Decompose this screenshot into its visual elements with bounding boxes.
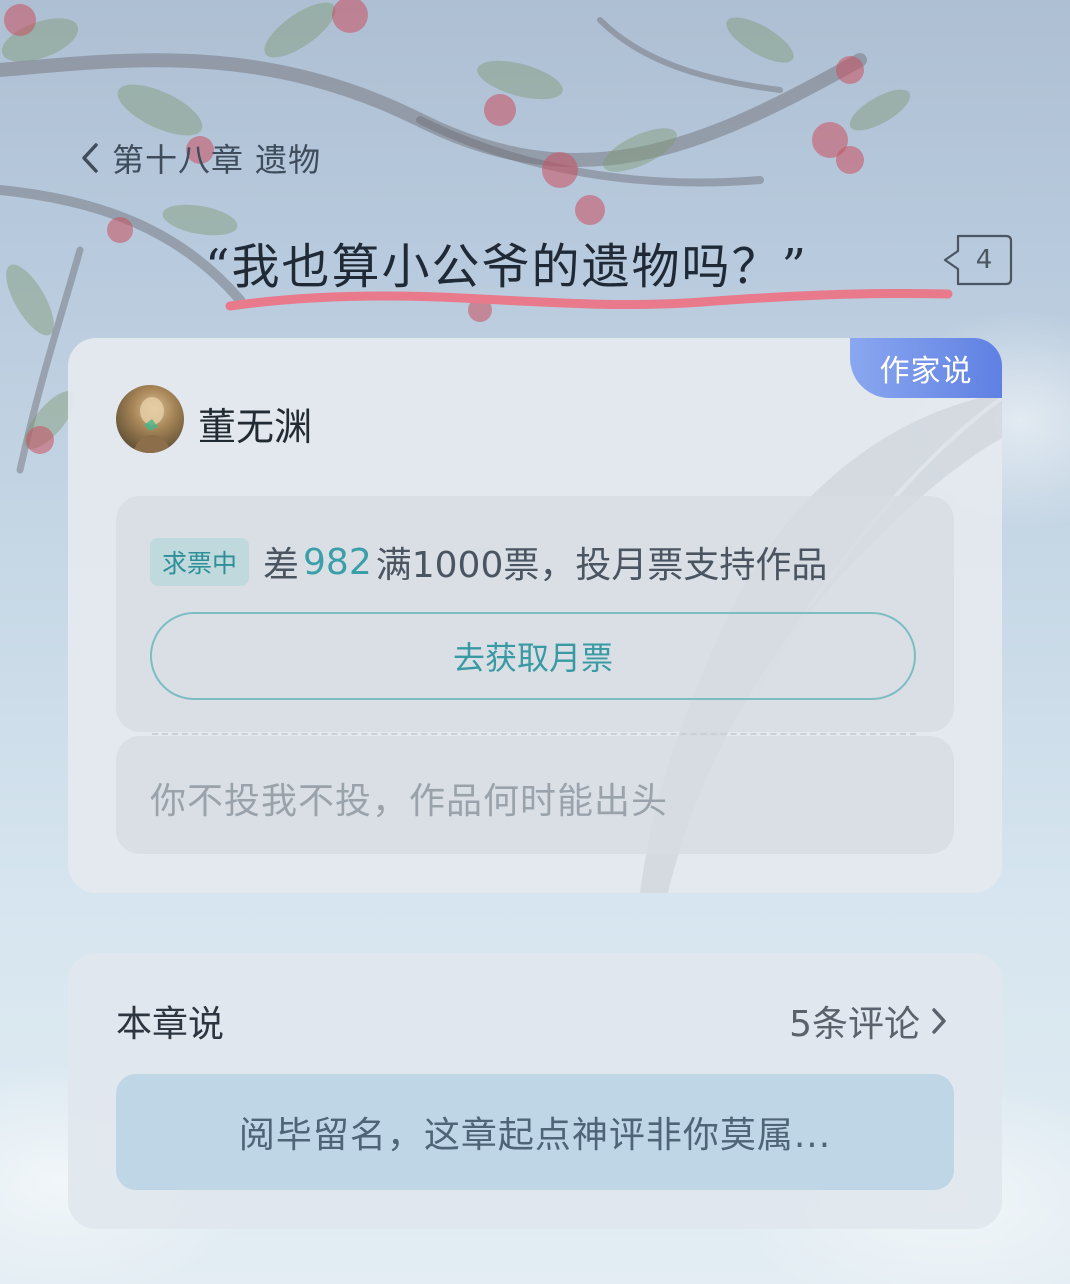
comment-count-label: 5条评论 xyxy=(789,1004,920,1045)
view-comments-link[interactable]: 5条评论 xyxy=(789,995,954,1047)
vote-prefix: 差 xyxy=(263,545,300,586)
handwritten-underline xyxy=(225,288,953,311)
back-button[interactable]: 第十八章 遗物 xyxy=(80,136,321,180)
dashed-divider xyxy=(152,733,916,735)
author-message: 你不投我不投，作品何时能出头 xyxy=(150,781,669,822)
author-says-card: 作家说 董无渊 求票中 差 982 满1000票，投月票支持作品 去获取月票 你… xyxy=(68,338,1002,893)
vote-status-line: 求票中 差 982 满1000票，投月票支持作品 xyxy=(150,536,827,588)
author-name: 董无渊 xyxy=(198,405,313,449)
vote-status-tag: 求票中 xyxy=(150,538,250,586)
paragraph-comment-button[interactable]: 4 xyxy=(942,233,1014,287)
get-monthly-ticket-button[interactable]: 去获取月票 xyxy=(150,612,916,700)
chevron-right-icon xyxy=(930,1001,954,1041)
chapter-comments-card: 本章说 5条评论 阅毕留名，这章起点神评非你莫属... xyxy=(68,953,1002,1229)
comment-count: 4 xyxy=(975,245,993,275)
chapter-title-link: 第十八章 遗物 xyxy=(112,141,322,179)
comment-input-placeholder: 阅毕留名，这章起点神评非你莫属... xyxy=(238,1115,832,1156)
comment-input[interactable]: 阅毕留名，这章起点神评非你莫属... xyxy=(116,1074,954,1190)
votes-remaining: 982 xyxy=(303,541,372,583)
vote-suffix: 满1000票，投月票支持作品 xyxy=(375,545,828,586)
back-chevron-icon xyxy=(80,136,112,180)
writer-says-badge: 作家说 xyxy=(850,338,1002,398)
monthly-vote-box: 求票中 差 982 满1000票，投月票支持作品 去获取月票 xyxy=(116,496,954,732)
chapter-comments-title: 本章说 xyxy=(116,1004,225,1045)
author-avatar[interactable] xyxy=(116,385,184,453)
author-message-box: 你不投我不投，作品何时能出头 xyxy=(116,736,954,854)
